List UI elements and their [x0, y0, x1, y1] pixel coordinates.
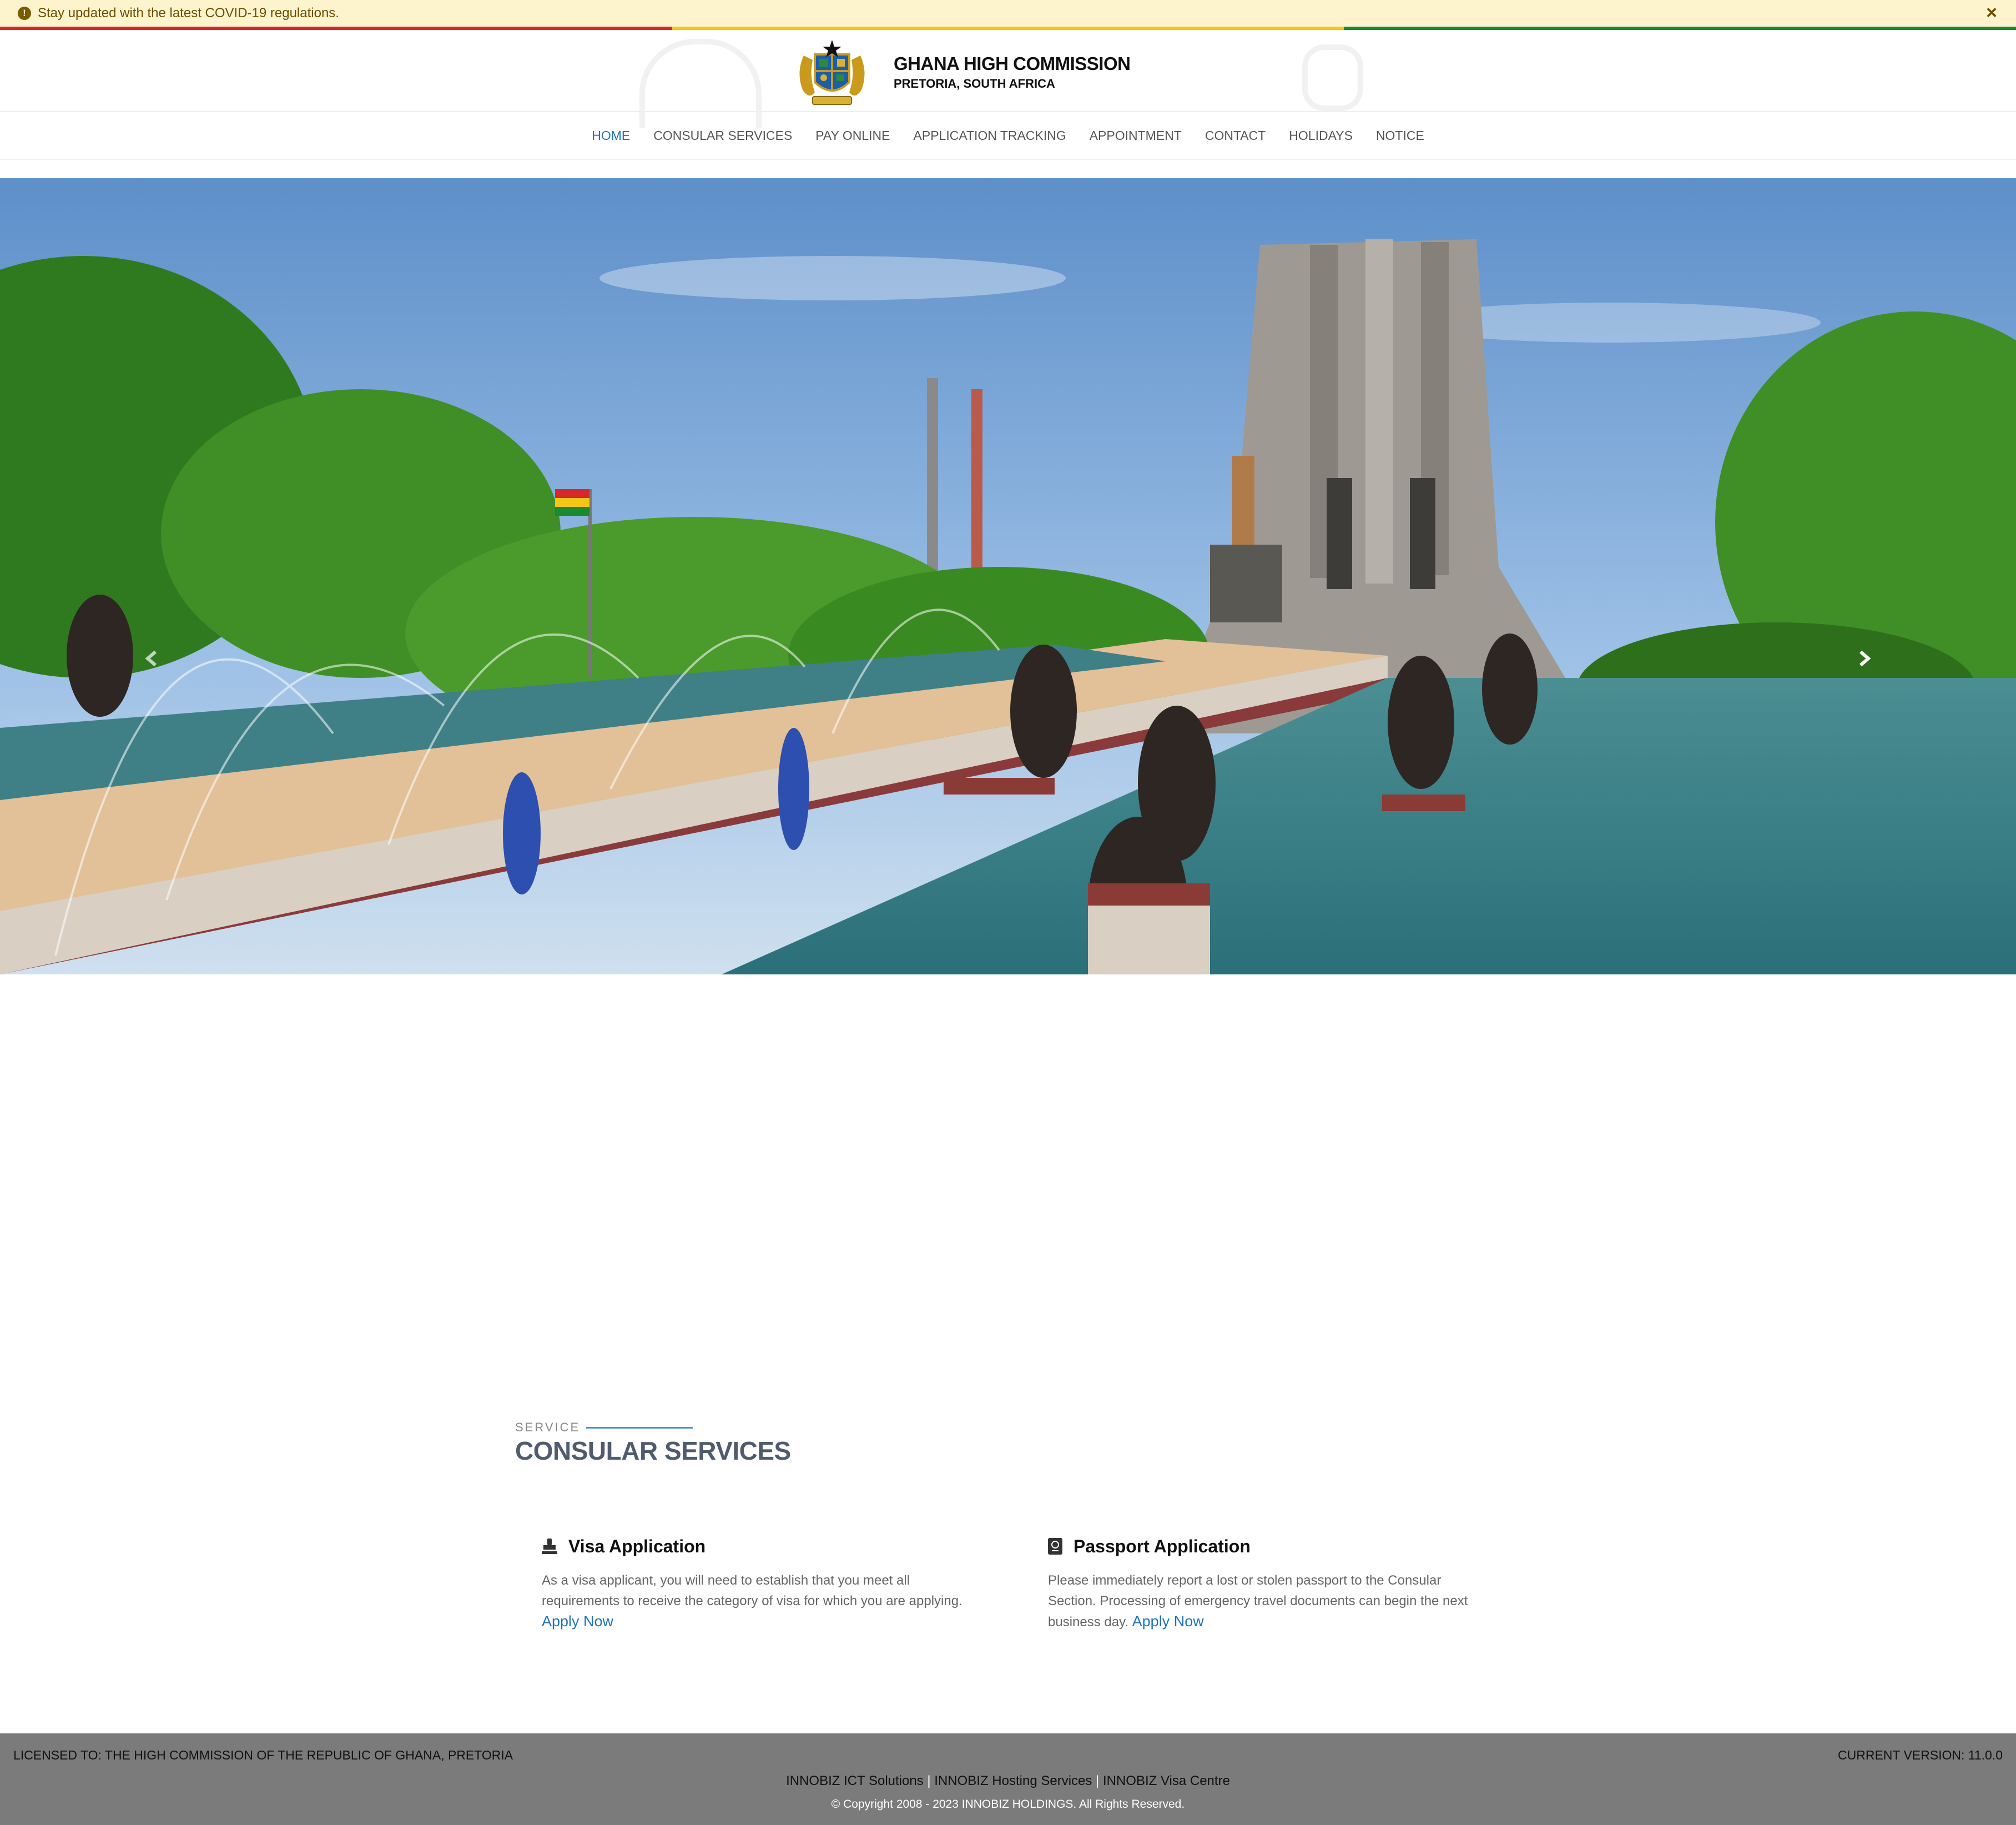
- footer-link-visa-centre[interactable]: INNOBIZ Visa Centre: [1103, 1773, 1230, 1788]
- chevron-left-icon[interactable]: [141, 647, 163, 670]
- version-text: CURRENT VERSION: 11.0.0: [1838, 1748, 2003, 1762]
- nav-item-application-tracking[interactable]: APPLICATION TRACKING: [914, 128, 1066, 143]
- apply-now-link[interactable]: Apply Now: [1132, 1613, 1204, 1630]
- nav-item-home[interactable]: HOME: [592, 128, 630, 143]
- visa-application-card: Visa Application As a visa applicant, yo…: [542, 1532, 975, 1632]
- coat-of-arms-logo[interactable]: [793, 39, 871, 109]
- card-description: Please immediately report a lost or stol…: [1048, 1570, 1481, 1632]
- info-icon: !: [18, 7, 31, 20]
- card-text: As a visa applicant, you will need to es…: [542, 1573, 962, 1608]
- nav-item-contact[interactable]: CONTACT: [1205, 128, 1266, 143]
- stamp-icon: [542, 1539, 557, 1554]
- main-nav: HOME CONSULAR SERVICES PAY ONLINE APPLIC…: [0, 112, 2016, 159]
- section-label-line: [586, 1427, 693, 1429]
- footer-separator: |: [1096, 1773, 1103, 1788]
- hero-carousel: [0, 178, 2016, 974]
- site-header: GHANA HIGH COMMISSION PRETORIA, SOUTH AF…: [0, 30, 2016, 128]
- card-title: Visa Application: [568, 1536, 706, 1556]
- hero-image-memorial-park: [0, 178, 2016, 974]
- brand-title[interactable]: GHANA HIGH COMMISSION: [894, 53, 1131, 74]
- apply-now-link[interactable]: Apply Now: [542, 1613, 613, 1630]
- copyright-text: © Copyright 2008 - 2023 INNOBIZ HOLDINGS…: [831, 1798, 1185, 1811]
- covid-alert-bar: ! Stay updated with the latest COVID-19 …: [0, 0, 2016, 27]
- card-heading: Passport Application: [1048, 1532, 1481, 1560]
- nav-item-consular-services[interactable]: CONSULAR SERVICES: [653, 128, 792, 143]
- card-description: As a visa applicant, you will need to es…: [542, 1570, 975, 1632]
- section-label: SERVICE: [515, 1420, 581, 1434]
- passport-application-card: Passport Application Please immediately …: [1048, 1532, 1481, 1632]
- alert-message: Stay updated with the latest COVID-19 re…: [38, 6, 339, 21]
- nav-item-notice[interactable]: NOTICE: [1376, 128, 1424, 143]
- footer-link-hosting-services[interactable]: INNOBIZ Hosting Services: [934, 1773, 1092, 1788]
- nav-item-holidays[interactable]: HOLIDAYS: [1289, 128, 1353, 143]
- passport-icon: [1048, 1538, 1062, 1555]
- card-text: Please immediately report a lost or stol…: [1048, 1573, 1468, 1630]
- footer-link-ict-solutions[interactable]: INNOBIZ ICT Solutions: [786, 1773, 924, 1788]
- nav-item-pay-online[interactable]: PAY ONLINE: [815, 128, 890, 143]
- site-footer: LICENSED TO: THE HIGH COMMISSION OF THE …: [0, 1733, 2016, 1825]
- nav-divider: [0, 159, 2016, 160]
- section-title: CONSULAR SERVICES: [515, 1436, 791, 1465]
- card-heading: Visa Application: [542, 1532, 975, 1560]
- adinkra-watermark-right: [1302, 44, 1363, 111]
- brand-subtitle: PRETORIA, SOUTH AFRICA: [894, 77, 1055, 91]
- license-text: LICENSED TO: THE HIGH COMMISSION OF THE …: [13, 1748, 513, 1762]
- footer-separator: |: [927, 1773, 935, 1788]
- close-icon[interactable]: ×: [1986, 2, 1997, 24]
- footer-links: INNOBIZ ICT Solutions | INNOBIZ Hosting …: [0, 1773, 2016, 1789]
- card-title: Passport Application: [1073, 1536, 1251, 1556]
- chevron-right-icon[interactable]: [1853, 647, 1875, 670]
- nav-item-appointment[interactable]: APPOINTMENT: [1090, 128, 1182, 143]
